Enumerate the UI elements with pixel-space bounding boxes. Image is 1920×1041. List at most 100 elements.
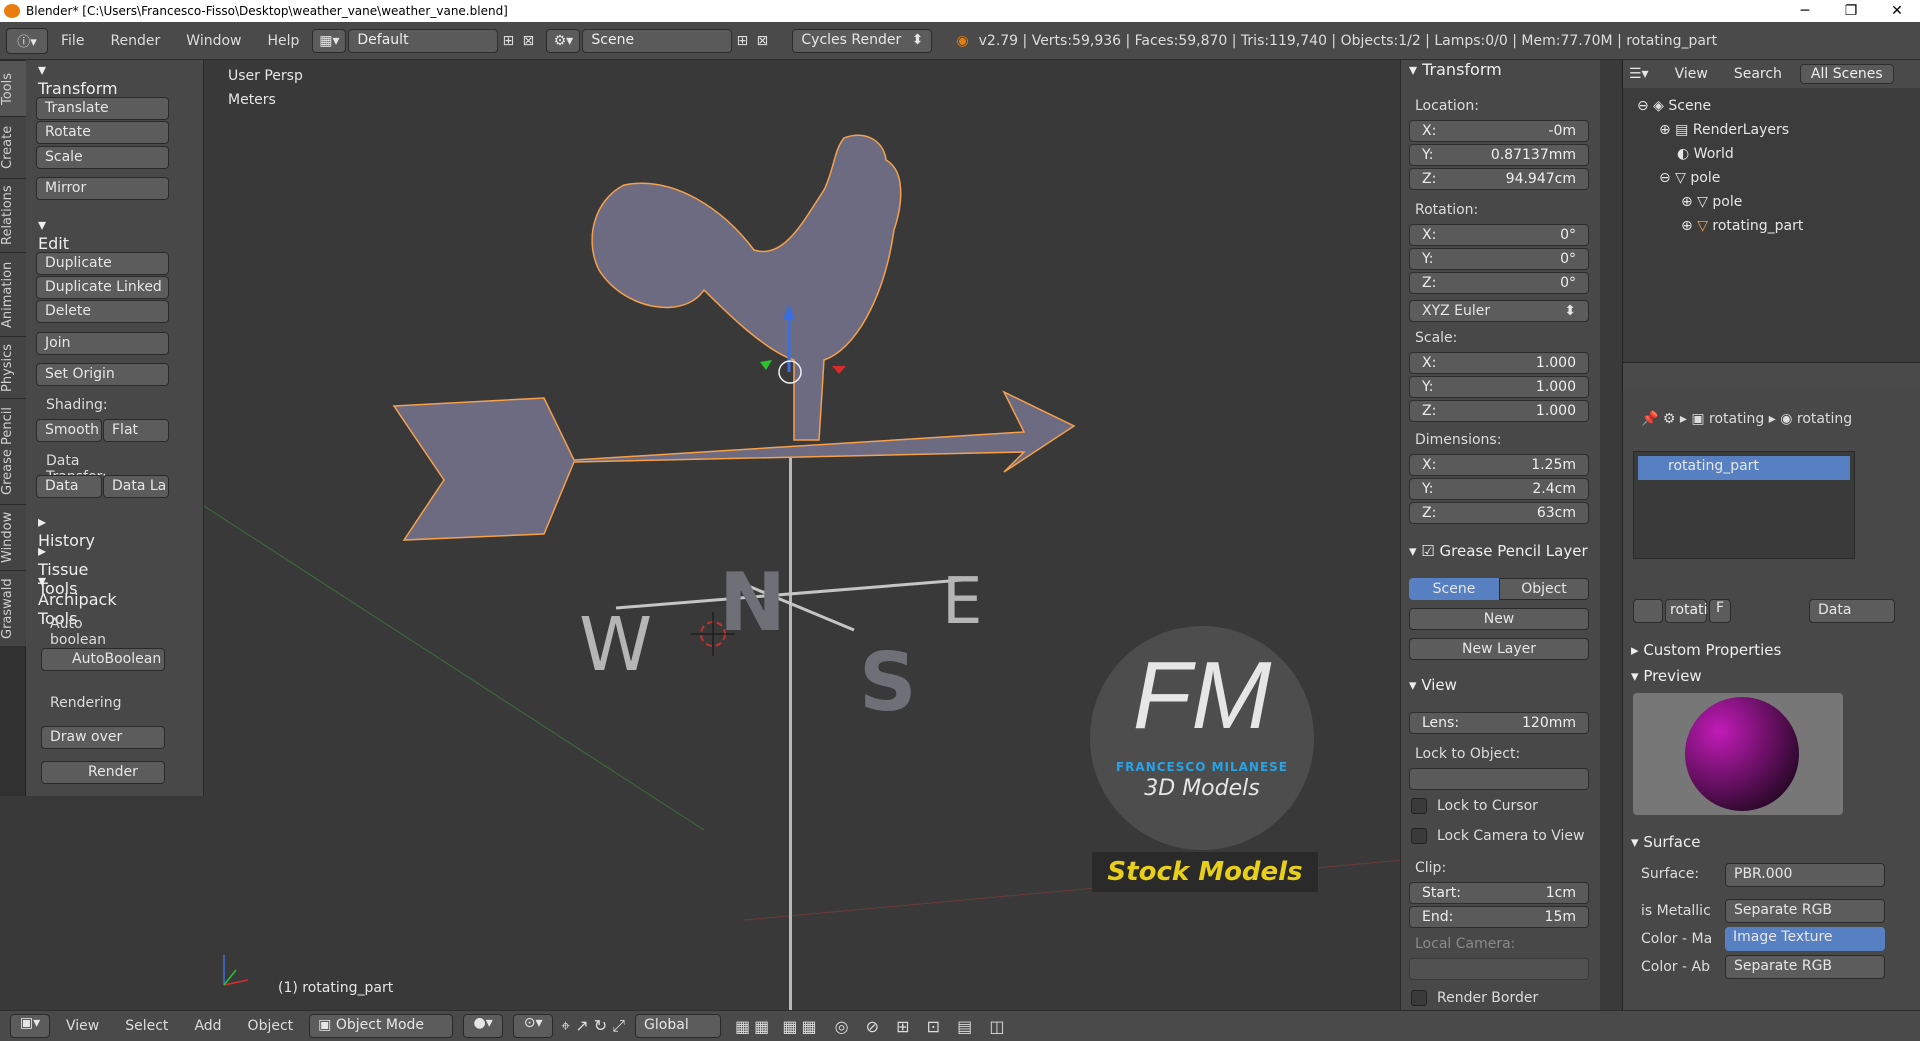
data-button[interactable]: Data [36,475,102,498]
translate-button[interactable]: Translate [36,97,169,120]
rotation-y-field[interactable]: Y: 0° [1409,248,1589,270]
surface-shader-dropdown[interactable]: PBR.000 [1725,863,1885,887]
panel-transform-title[interactable]: ▾ Transform [38,60,118,98]
viewport-object-menu[interactable]: Object [248,1018,294,1034]
menu-render[interactable]: Render [97,33,173,49]
scene-icon[interactable]: ⚙▾ [546,28,581,53]
add-scene-icon[interactable]: ⊞ [732,33,752,49]
menu-window[interactable]: Window [173,33,254,49]
manipulator-icons[interactable]: ⌖ ↗ ↻ ⤢ [561,1016,625,1036]
tab-graswald[interactable]: Graswald [0,570,26,646]
menu-file[interactable]: File [48,33,97,49]
material-name-field[interactable]: rotati [1665,599,1707,623]
duplicate-button[interactable]: Duplicate [36,252,169,275]
preview-panel[interactable]: ▾ Preview [1631,667,1702,685]
outliner-item-world[interactable]: ◐ World [1637,142,1803,166]
outliner-item-renderlayers[interactable]: ⊕ ▤ RenderLayers [1637,118,1803,142]
dimensions-z-field[interactable]: Z: 63cm [1409,502,1589,524]
viewport-view-menu[interactable]: View [66,1018,99,1034]
clip-start-field[interactable]: Start: 1cm [1409,882,1589,904]
dimensions-y-field[interactable]: Y: 2.4cm [1409,478,1589,500]
render-button[interactable]: Render [41,761,165,784]
material-fake-user[interactable]: F [1709,599,1731,623]
panel-edit-title[interactable]: ▾ Edit [38,215,69,253]
close-button[interactable]: ✕ [1874,3,1920,19]
orientation-dropdown[interactable]: Global [635,1014,722,1038]
material-slot-item[interactable]: rotating_part [1638,456,1850,480]
autoboolean-button[interactable]: AutoBoolean [41,648,165,671]
lock-cursor-checkbox[interactable] [1411,798,1427,814]
layout-field[interactable]: Default [348,28,499,53]
material-link-dropdown[interactable]: Data [1809,599,1895,623]
custom-properties-panel[interactable]: ▸ Custom Properties [1631,641,1781,659]
outliner-item-pole-mesh[interactable]: ⊕ ▽ pole [1637,190,1803,214]
add-layout-icon[interactable]: ⊞ [498,33,518,49]
outliner-item-rotating-part[interactable]: ⊕ ▽ rotating_part [1637,214,1803,238]
outliner-filter[interactable]: All Scenes [1799,64,1894,84]
location-x-field[interactable]: X: -0m [1409,120,1589,142]
scale-x-field[interactable]: X: 1.000 [1409,352,1589,374]
render-engine-dropdown[interactable]: Cycles Render ⬍ [792,28,933,53]
rotation-z-field[interactable]: Z: 0° [1409,272,1589,294]
view-panel-title[interactable]: ▾ View [1409,676,1457,694]
render-border-checkbox[interactable] [1411,990,1427,1006]
local-camera-field[interactable] [1409,958,1589,980]
maximize-button[interactable]: ❐ [1828,3,1874,19]
viewport-editor-icon[interactable]: ▣▾ [10,1014,50,1038]
delete-layout-icon[interactable]: ⊠ [518,33,538,49]
gp-new-layer-button[interactable]: New Layer [1409,638,1589,660]
gp-new-button[interactable]: New [1409,608,1589,630]
grease-pencil-title[interactable]: ▾ ☑ Grease Pencil Layer [1409,542,1588,560]
tab-grease-pencil[interactable]: Grease Pencil [0,398,26,504]
draw-over-dropdown[interactable]: Draw over [41,726,165,749]
tab-create[interactable]: Create [0,116,26,178]
clip-end-field[interactable]: End: 15m [1409,906,1589,928]
pivot-dropdown[interactable]: ⊙▾ [513,1014,554,1038]
n-panel-scrollbar[interactable] [1600,60,1622,1010]
menu-help[interactable]: Help [254,33,312,49]
shading-dropdown[interactable]: ●▾ [463,1014,504,1038]
n-transform-title[interactable]: ▾ Transform [1409,60,1502,79]
viewport-add-menu[interactable]: Add [194,1018,221,1034]
delete-scene-icon[interactable]: ⊠ [752,33,772,49]
viewport-select-menu[interactable]: Select [125,1018,168,1034]
tab-tools[interactable]: Tools [0,60,26,116]
snapping-icons[interactable]: ◎ ⊘ ⊞ ⊡ ▤ ◫ [835,1017,1011,1036]
gp-object-button[interactable]: Object [1499,578,1589,600]
scale-button[interactable]: Scale [36,146,169,169]
rotate-button[interactable]: Rotate [36,121,169,144]
scale-y-field[interactable]: Y: 1.000 [1409,376,1589,398]
outliner-view-menu[interactable]: View [1675,66,1708,82]
color-ma-input[interactable]: Image Texture [1725,927,1885,951]
tab-relations[interactable]: Relations [0,178,26,252]
join-button[interactable]: Join [36,332,169,355]
scale-z-field[interactable]: Z: 1.000 [1409,400,1589,422]
minimize-button[interactable]: ─ [1782,3,1828,19]
layer-buttons[interactable]: ▦▦ ▦▦ [735,1017,821,1036]
tab-window[interactable]: Window [0,504,26,570]
delete-button[interactable]: Delete [36,300,169,323]
rotation-mode-dropdown[interactable]: XYZ Euler ⬍ [1409,300,1589,322]
outliner-search-menu[interactable]: Search [1734,66,1782,82]
properties-breadcrumb[interactable]: 📌 ⚙ ▸ ▣ rotating ▸ ◉ rotating [1641,411,1852,427]
data-layers-button[interactable]: Data La [103,475,169,498]
lock-camera-checkbox[interactable] [1411,828,1427,844]
duplicate-linked-button[interactable]: Duplicate Linked [36,276,169,299]
scene-field[interactable]: Scene [582,28,733,53]
is-metallic-input[interactable]: Separate RGB [1725,899,1885,923]
screen-layout-icon[interactable]: ▦▾ [312,28,347,53]
mirror-button[interactable]: Mirror [36,177,169,200]
editor-type-info-icon[interactable]: ⓘ▾ [6,27,48,54]
surface-panel[interactable]: ▾ Surface [1631,833,1700,851]
set-origin-dropdown[interactable]: Set Origin [36,363,169,386]
location-y-field[interactable]: Y: 0.87137mm [1409,144,1589,166]
tab-animation[interactable]: Animation [0,252,26,336]
gp-scene-button[interactable]: Scene [1409,578,1499,600]
outliner-editor-icon[interactable]: ☰▾ [1629,66,1649,82]
lock-object-field[interactable] [1409,768,1589,790]
smooth-button[interactable]: Smooth [36,419,102,442]
outliner-item-scene[interactable]: ⊖ ◈ Scene [1637,94,1803,118]
color-ab-input[interactable]: Separate RGB [1725,955,1885,979]
lens-field[interactable]: Lens: 120mm [1409,712,1589,734]
dimensions-x-field[interactable]: X: 1.25m [1409,454,1589,476]
